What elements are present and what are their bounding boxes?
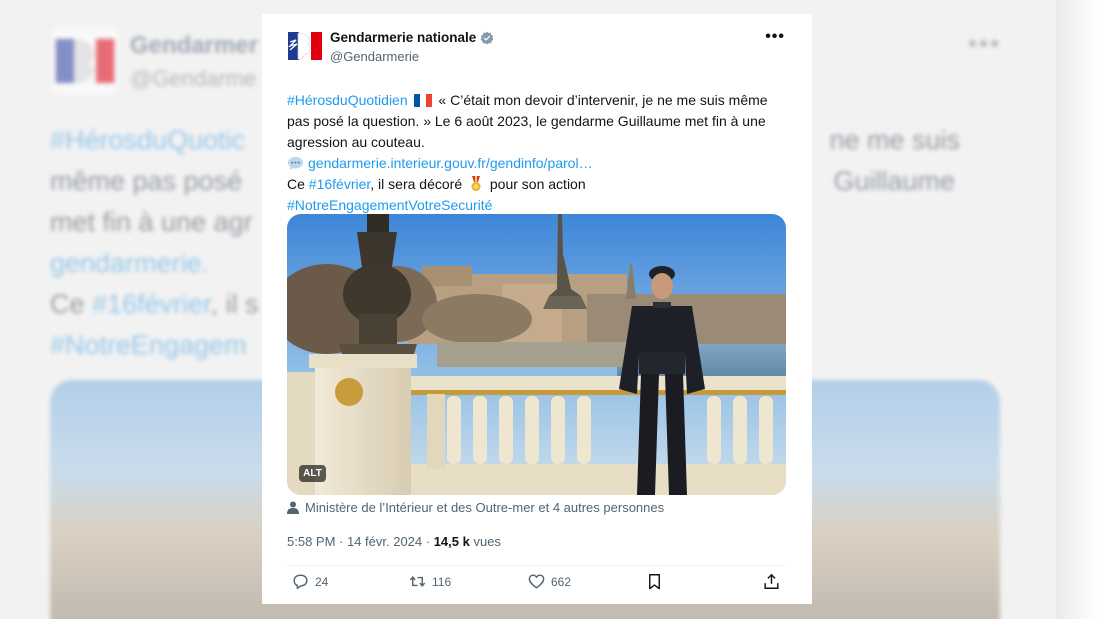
tweet-photo[interactable]: ALT: [287, 214, 786, 495]
france-flag-icon: [413, 94, 433, 107]
hashtag-16fevrier[interactable]: #16février: [309, 176, 370, 192]
tweet-header: Gendarmerie nationale @Gendarmerie •••: [287, 24, 787, 74]
line-ce: Ce: [287, 176, 309, 192]
bookmark-button[interactable]: [645, 572, 664, 591]
background-author-name: Gendarmer: [130, 32, 259, 59]
divider: [287, 565, 787, 566]
background-line: gendarmerie.: [50, 248, 210, 278]
more-icon[interactable]: •••: [765, 28, 785, 46]
like-count: 662: [551, 574, 572, 589]
tagged-people-text[interactable]: Ministère de l’Intérieur et des Outre-me…: [305, 500, 664, 515]
background-line: #NotreEngagem: [50, 330, 247, 360]
background-logo-icon: [52, 28, 118, 94]
background-line: #16février: [92, 289, 211, 319]
speech-bubble-icon: [288, 156, 303, 171]
reply-count: 24: [315, 574, 329, 589]
reply-icon: [293, 574, 308, 589]
bookmark-icon: [649, 574, 660, 590]
background-line-right: Guillaume: [833, 166, 955, 196]
tweet-card: Gendarmerie nationale @Gendarmerie ••• #…: [262, 14, 812, 604]
verified-badge-icon: [480, 31, 494, 44]
background-shadow: [1056, 0, 1100, 619]
article-link[interactable]: gendarmerie.interieur.gouv.fr/gendinfo/p…: [308, 155, 593, 171]
author-handle[interactable]: @Gendarmerie: [330, 49, 419, 64]
tagged-people[interactable]: Ministère de l’Intérieur et des Outre-me…: [287, 500, 664, 515]
gendarmerie-logo-icon[interactable]: [287, 28, 323, 64]
share-button[interactable]: [762, 572, 781, 591]
background-line-right: ne me suis: [829, 125, 960, 155]
timestamp[interactable]: 5:58 PM · 14 févr. 2024 ·: [287, 534, 434, 549]
like-icon: [528, 574, 545, 589]
reply-button[interactable]: 24: [291, 572, 328, 591]
hashtag-engagement[interactable]: #NotreEngagementVotreSecurité: [287, 197, 492, 213]
like-button[interactable]: 662: [527, 572, 571, 591]
tweet-text: #HérosduQuotidien « C’était mon devoir d…: [287, 90, 787, 216]
repost-button[interactable]: 116: [408, 572, 451, 591]
decoration-text: , il sera décoré: [370, 176, 463, 192]
author-name-text[interactable]: Gendarmerie nationale: [330, 30, 476, 45]
views-label: vues: [469, 534, 501, 549]
repost-count: 116: [432, 574, 452, 589]
background-more-icon: •••: [968, 28, 1002, 58]
background-handle: @Gendarme: [130, 66, 257, 91]
author-name[interactable]: Gendarmerie nationale: [330, 30, 494, 45]
views-count: 14,5 k: [433, 534, 470, 549]
repost-icon: [409, 576, 426, 587]
tweet-content: Gendarmerie nationale @Gendarmerie ••• #…: [287, 24, 787, 216]
background-line: , il s: [210, 289, 259, 319]
medal-icon: [471, 176, 481, 191]
background-line: Ce: [50, 289, 93, 319]
background-line: même pas posé: [50, 166, 243, 196]
photo-gendarme-paris: [287, 214, 786, 495]
background-line: #HérosduQuotic: [50, 125, 246, 155]
share-icon: [764, 573, 779, 589]
tweet-meta: 5:58 PM · 14 févr. 2024 · 14,5 k vues: [287, 534, 501, 549]
action-text: pour son action: [489, 176, 586, 192]
alt-badge[interactable]: ALT: [299, 465, 326, 482]
action-bar: 24 116 662: [287, 572, 787, 596]
hashtag-heros[interactable]: #HérosduQuotidien: [287, 92, 408, 108]
person-icon: [287, 501, 299, 514]
background-line: met fin à une agr: [50, 207, 253, 237]
